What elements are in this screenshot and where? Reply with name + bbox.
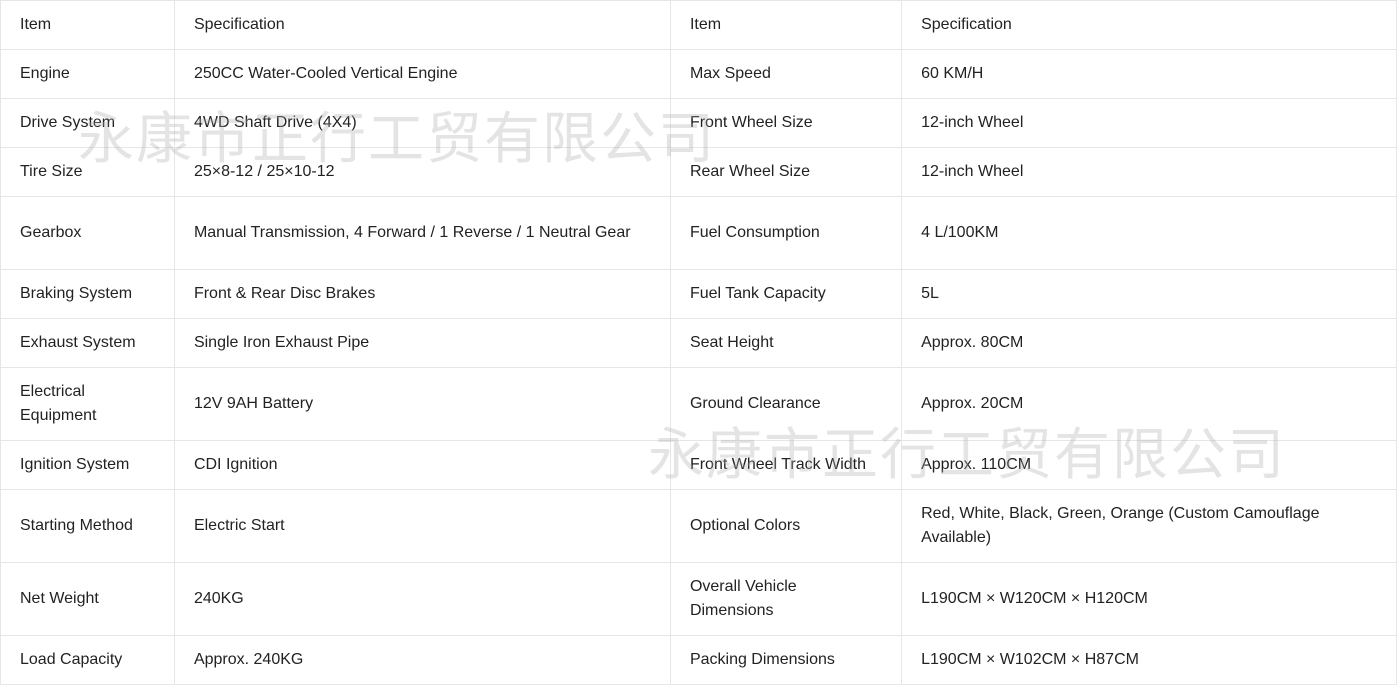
spec-cell: Manual Transmission, 4 Forward / 1 Rever… <box>173 196 671 270</box>
table-row: Gearbox Manual Transmission, 4 Forward /… <box>0 196 1397 270</box>
item-cell: Engine <box>0 49 175 99</box>
table-row: Ignition System CDI Ignition Front Wheel… <box>0 440 1397 490</box>
header-spec-2: Specification <box>901 0 1397 50</box>
spec-table: Item Specification Item Specification En… <box>0 0 1397 685</box>
spec-cell: Approx. 110CM <box>901 440 1397 490</box>
spec-cell: 4WD Shaft Drive (4X4) <box>173 98 671 148</box>
item-cell: Packing Dimensions <box>669 635 903 685</box>
spec-cell: 250CC Water-Cooled Vertical Engine <box>173 49 671 99</box>
item-cell: Front Wheel Track Width <box>669 440 903 490</box>
spec-cell: 12V 9AH Battery <box>173 367 671 441</box>
item-cell: Max Speed <box>669 49 903 99</box>
item-cell: Overall Vehicle Dimensions <box>669 562 903 636</box>
item-cell: Fuel Consumption <box>669 196 903 270</box>
spec-cell: Red, White, Black, Green, Orange (Custom… <box>901 489 1397 563</box>
table-header-row: Item Specification Item Specification <box>0 0 1397 50</box>
spec-cell: Front & Rear Disc Brakes <box>173 269 671 319</box>
spec-cell: Approx. 20CM <box>901 367 1397 441</box>
item-cell: Net Weight <box>0 562 175 636</box>
item-cell: Ground Clearance <box>669 367 903 441</box>
table-row: Starting Method Electric Start Optional … <box>0 489 1397 563</box>
item-cell: Ignition System <box>0 440 175 490</box>
item-cell: Braking System <box>0 269 175 319</box>
spec-cell: L190CM × W102CM × H87CM <box>901 635 1397 685</box>
spec-cell: L190CM × W120CM × H120CM <box>901 562 1397 636</box>
table-row: Net Weight 240KG Overall Vehicle Dimensi… <box>0 562 1397 636</box>
table-row: Tire Size 25×8-12 / 25×10-12 Rear Wheel … <box>0 147 1397 197</box>
item-cell: Rear Wheel Size <box>669 147 903 197</box>
item-cell: Tire Size <box>0 147 175 197</box>
spec-cell: 60 KM/H <box>901 49 1397 99</box>
item-cell: Starting Method <box>0 489 175 563</box>
spec-cell: 240KG <box>173 562 671 636</box>
item-cell: Seat Height <box>669 318 903 368</box>
spec-cell: Approx. 240KG <box>173 635 671 685</box>
table-row: Load Capacity Approx. 240KG Packing Dime… <box>0 635 1397 685</box>
spec-cell: 5L <box>901 269 1397 319</box>
spec-cell: Electric Start <box>173 489 671 563</box>
item-cell: Exhaust System <box>0 318 175 368</box>
item-cell: Optional Colors <box>669 489 903 563</box>
spec-cell: Approx. 80CM <box>901 318 1397 368</box>
spec-cell: CDI Ignition <box>173 440 671 490</box>
spec-cell: Single Iron Exhaust Pipe <box>173 318 671 368</box>
item-cell: Drive System <box>0 98 175 148</box>
spec-cell: 12-inch Wheel <box>901 147 1397 197</box>
table-row: Engine 250CC Water-Cooled Vertical Engin… <box>0 49 1397 99</box>
header-item-1: Item <box>0 0 175 50</box>
header-item-2: Item <box>669 0 903 50</box>
table-row: Exhaust System Single Iron Exhaust Pipe … <box>0 318 1397 368</box>
header-spec-1: Specification <box>173 0 671 50</box>
table-row: Electrical Equipment 12V 9AH Battery Gro… <box>0 367 1397 441</box>
item-cell: Gearbox <box>0 196 175 270</box>
spec-cell: 25×8-12 / 25×10-12 <box>173 147 671 197</box>
item-cell: Fuel Tank Capacity <box>669 269 903 319</box>
item-cell: Load Capacity <box>0 635 175 685</box>
spec-cell: 4 L/100KM <box>901 196 1397 270</box>
item-cell: Front Wheel Size <box>669 98 903 148</box>
table-row: Braking System Front & Rear Disc Brakes … <box>0 269 1397 319</box>
table-row: Drive System 4WD Shaft Drive (4X4) Front… <box>0 98 1397 148</box>
item-cell: Electrical Equipment <box>0 367 175 441</box>
spec-cell: 12-inch Wheel <box>901 98 1397 148</box>
